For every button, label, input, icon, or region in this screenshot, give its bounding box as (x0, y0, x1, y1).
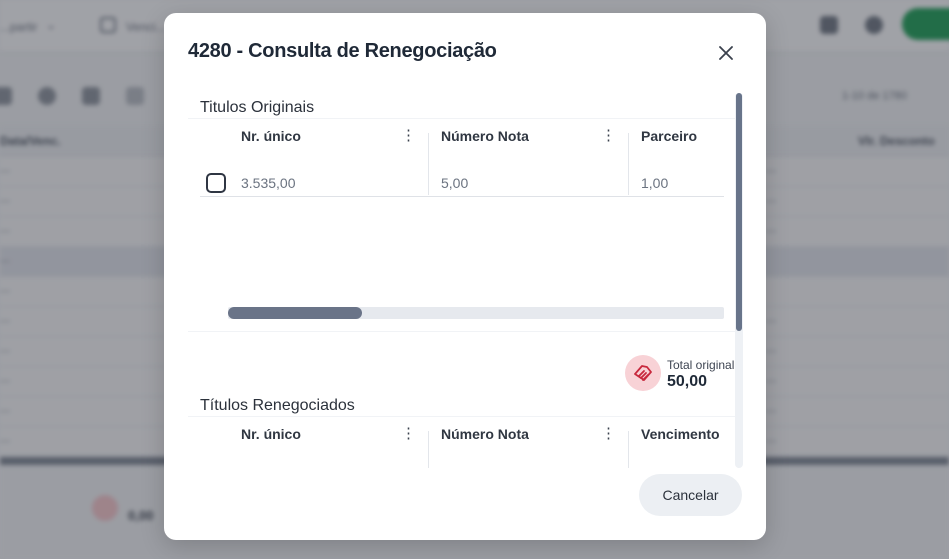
column-header-parceiro: Parceiro (641, 128, 698, 144)
column-divider (428, 431, 429, 468)
column-menu-icon[interactable]: ⋮ (401, 119, 416, 153)
total-original-value: 50,00 (667, 373, 708, 390)
cancel-button[interactable]: Cancelar (639, 474, 742, 516)
total-original-label: Total original (667, 358, 735, 372)
renegotiated-section-title: Títulos Renegociados (200, 397, 355, 414)
column-divider (628, 431, 629, 468)
column-menu-icon[interactable]: ⋮ (401, 417, 416, 451)
column-menu-icon[interactable]: ⋮ (601, 417, 616, 451)
column-header-numero-nota: Número Nota (441, 128, 529, 144)
horizontal-scrollbar-thumb[interactable] (228, 307, 362, 319)
renegotiated-grid: Nr. único ⋮ Número Nota ⋮ Vencimento (188, 417, 738, 468)
close-icon (719, 46, 733, 60)
cell-nr-unico: 3.535,00 (241, 175, 296, 191)
column-header-nr-unico: Nr. único (241, 426, 301, 442)
column-divider (628, 133, 629, 195)
handshake-icon (625, 355, 661, 391)
originals-section-title: Titulos Originais (200, 99, 315, 116)
renegotiation-dialog: 4280 - Consulta de Renegociação Titulos … (164, 13, 766, 540)
originals-grid: Nr. único ⋮ Número Nota ⋮ Parceiro 3.535… (188, 119, 738, 331)
close-button[interactable] (712, 41, 740, 65)
column-header-nr-unico: Nr. único (241, 128, 301, 144)
vertical-scrollbar-thumb[interactable] (736, 93, 742, 331)
cell-parceiro: 1,00 (641, 175, 669, 191)
column-divider (428, 133, 429, 195)
column-header-vencimento: Vencimento (641, 426, 720, 442)
row-divider (200, 196, 724, 197)
row-select-checkbox[interactable] (206, 173, 226, 193)
dialog-content: Titulos Originais Nr. único ⋮ Número Not… (188, 93, 742, 468)
dialog-title: 4280 - Consulta de Renegociação (188, 40, 497, 62)
column-menu-icon[interactable]: ⋮ (601, 119, 616, 153)
cell-numero-nota: 5,00 (441, 175, 469, 191)
column-header-numero-nota: Número Nota (441, 426, 529, 442)
